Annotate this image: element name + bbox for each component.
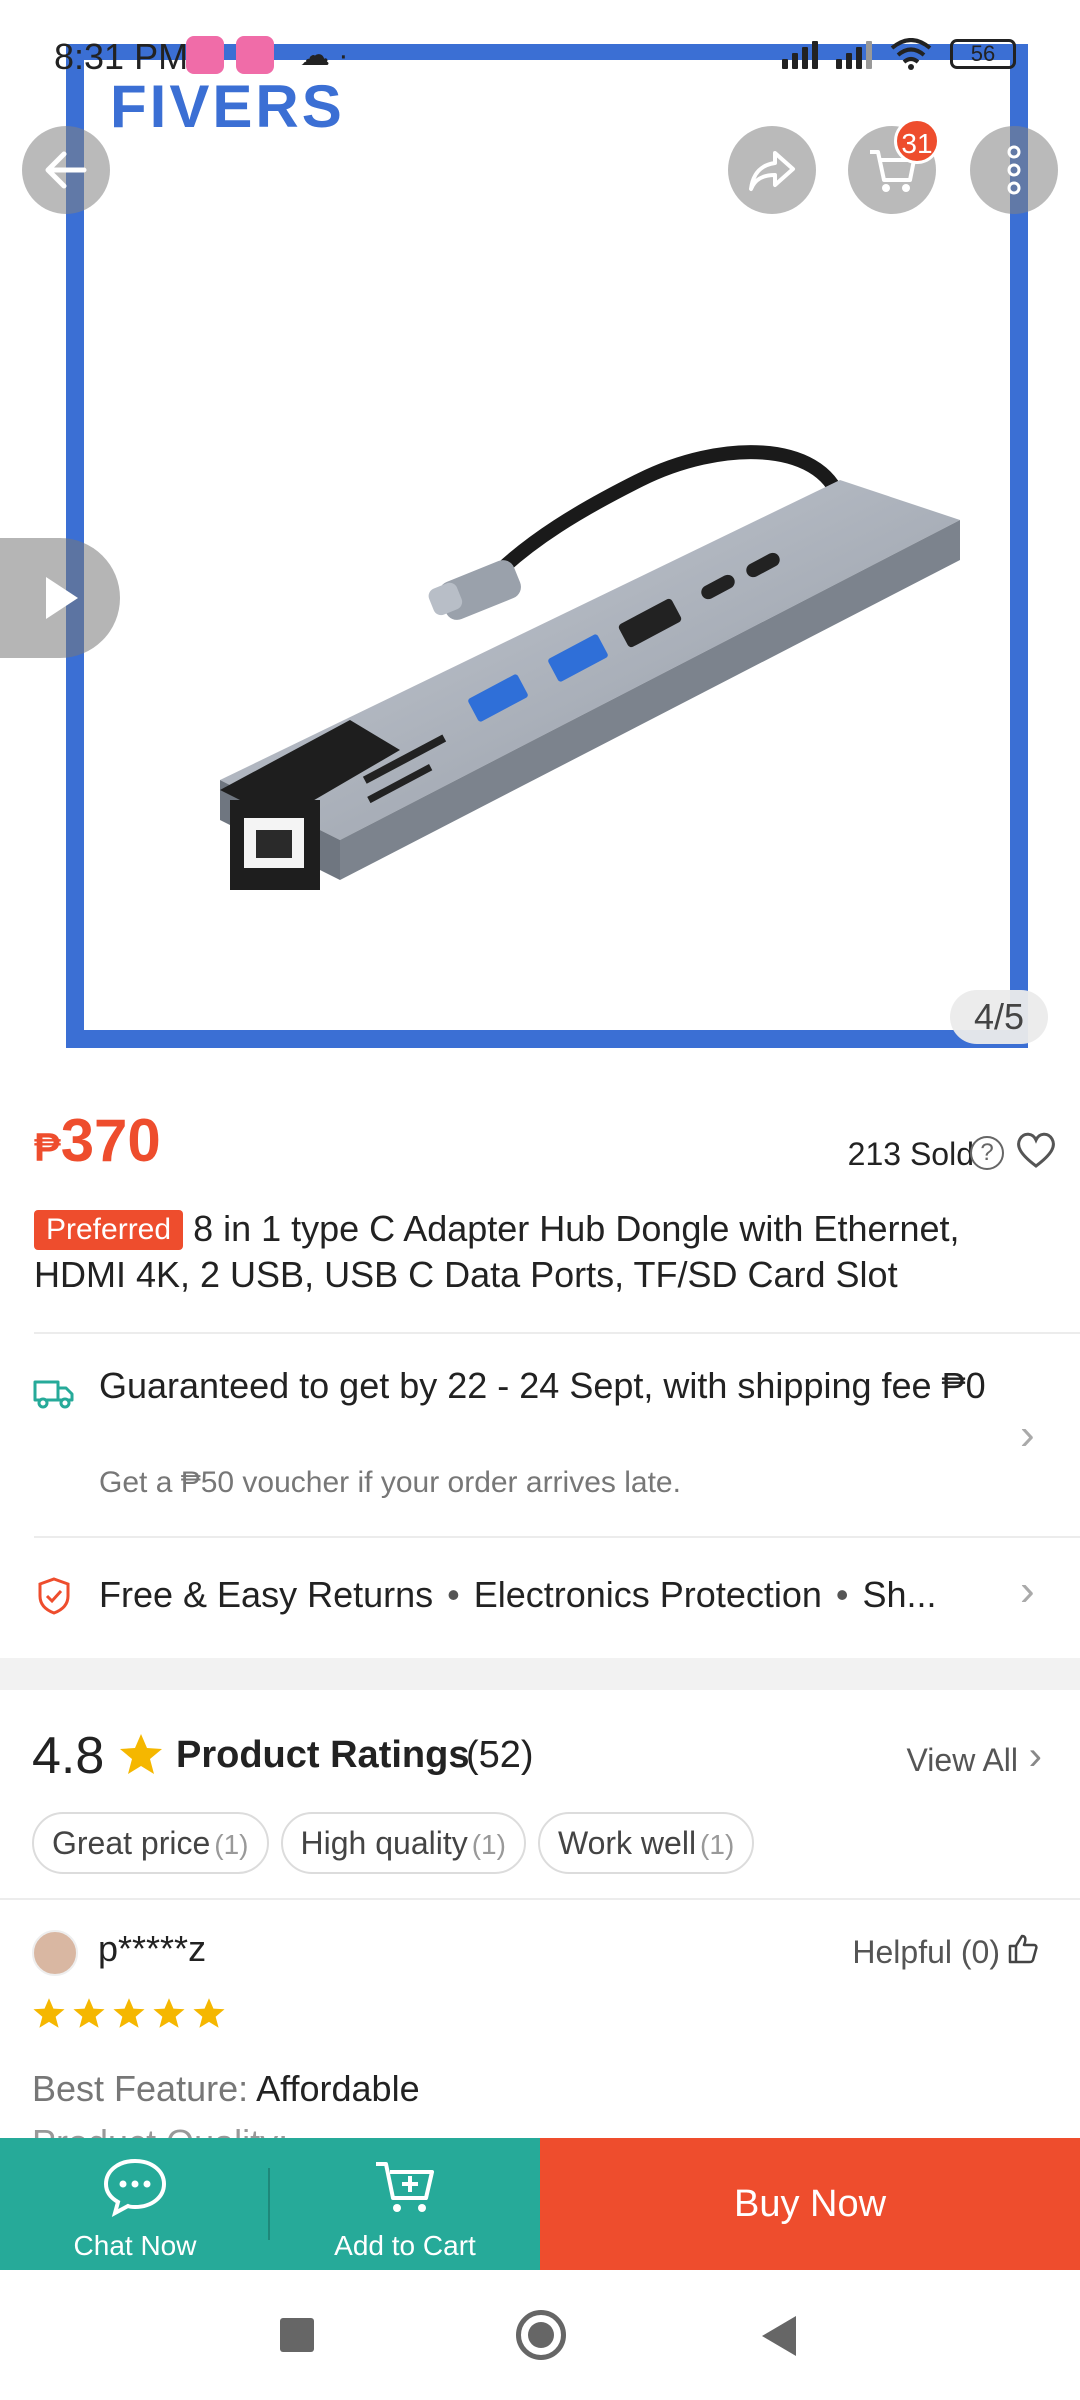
chevron-right-icon: ›: [1020, 1410, 1035, 1459]
add-to-cart-button[interactable]: Add to Cart: [270, 2138, 540, 2270]
tag-count: (1): [214, 1829, 249, 1860]
section-gap: [0, 1658, 1080, 1690]
star-icon: [153, 1998, 185, 2028]
help-icon[interactable]: ?: [970, 1136, 1004, 1170]
play-icon: [46, 577, 78, 619]
home-button[interactable]: [516, 2310, 566, 2360]
product-page: FIVERS 8:31 PM ☁ · 56 31 4/5 ₱370 213 So…: [0, 0, 1080, 2400]
tag-count: (1): [700, 1829, 735, 1860]
tag-label: High quality: [300, 1825, 468, 1861]
rating-tag[interactable]: High quality (1): [280, 1812, 526, 1874]
share-icon: [749, 151, 795, 191]
divider: [34, 1332, 1080, 1334]
add-to-cart-label: Add to Cart: [334, 2230, 476, 2261]
shipping-guarantee: Guaranteed to get by 22 - 24 Sept, with …: [99, 1365, 986, 1406]
rating-tag[interactable]: Great price (1): [32, 1812, 269, 1874]
share-button[interactable]: [728, 126, 816, 214]
signal-icon: [836, 39, 872, 69]
more-vertical-icon: [1007, 145, 1021, 195]
avatar: [32, 1930, 78, 1976]
feature-label: Best Feature:: [32, 2068, 249, 2109]
sold-count: 213 Sold: [847, 1136, 974, 1172]
star-icon: [33, 1998, 65, 2028]
review-stars: [32, 1996, 226, 2030]
protection-list: Free & Easy Returns • Electronics Protecti…: [99, 1574, 937, 1616]
bullet-separator: •: [447, 1574, 460, 1615]
cloud-icon: ☁ ·: [300, 38, 349, 72]
protection-item: Free & Easy Returns: [99, 1574, 434, 1615]
ratings-count: (52): [466, 1734, 534, 1776]
star-icon: [193, 1998, 225, 2028]
rating-tags: Great price (1) High quality (1) Work well…: [32, 1812, 755, 1874]
chevron-right-icon: ›: [1020, 1566, 1035, 1615]
back-button[interactable]: [22, 126, 110, 214]
wifi-icon: [890, 38, 932, 70]
tag-label: Work well: [557, 1825, 697, 1861]
product-image-carousel[interactable]: FIVERS 8:31 PM ☁ · 56 31 4/5: [0, 0, 1080, 1050]
helpful-button[interactable]: Helpful (0): [852, 1934, 1000, 1971]
shield-check-icon: [38, 1577, 70, 1615]
rating-tag[interactable]: Work well (1): [537, 1812, 755, 1874]
product-price: ₱370: [34, 1106, 161, 1175]
system-back-button[interactable]: [762, 2316, 796, 2356]
usb-hub-image: [220, 445, 960, 890]
divider: [34, 1536, 1080, 1538]
protection-item: Sh...: [862, 1574, 937, 1615]
cart-count-badge: 31: [894, 118, 940, 164]
truck-icon: [33, 1380, 74, 1409]
status-bar: 8:31 PM ☁ · 56: [0, 0, 1080, 110]
protection-item: Electronics Protection: [473, 1574, 822, 1615]
play-video-button[interactable]: [0, 538, 120, 658]
battery-icon: 56: [950, 39, 1016, 69]
reviewer-name: p*****z: [98, 1928, 207, 1969]
heart-icon[interactable]: [1014, 1130, 1058, 1170]
currency-symbol: ₱: [34, 1126, 61, 1170]
chat-bubble-icon: [103, 2158, 167, 2217]
cart-button[interactable]: 31: [848, 118, 940, 214]
preferred-badge: Preferred: [34, 1210, 184, 1250]
app-notification-icon: [186, 36, 224, 74]
chat-now-label: Chat Now: [73, 2230, 197, 2261]
bullet-separator: •: [835, 1574, 849, 1615]
ratings-header: 4.8 Product Ratings (52) View All ›: [0, 1720, 1080, 1810]
status-time: 8:31 PM: [54, 36, 189, 77]
review-item: p*****z Helpful (0) Best Feature: Afford…: [0, 1900, 1080, 2140]
chat-now-button[interactable]: Chat Now: [0, 2138, 270, 2270]
star-icon: [113, 1998, 145, 2028]
signal-icon: [782, 39, 818, 69]
shipping-row[interactable]: Guaranteed to get by 22 - 24 Sept, with …: [0, 1336, 1080, 1536]
price-row: ₱370 213 Sold ?: [34, 1106, 1055, 1196]
star-icon: [120, 1734, 162, 1774]
cart-plus-icon: [376, 2162, 434, 2212]
star-icon: [73, 1998, 105, 2028]
bottom-action-bar: Chat Now Add to Cart Buy Now: [0, 2138, 1080, 2270]
ratings-title: Product Ratings: [176, 1734, 470, 1776]
arrow-left-icon: [45, 151, 87, 189]
view-all-link[interactable]: View All: [907, 1742, 1018, 1779]
tag-label: Great price: [52, 1825, 211, 1861]
image-counter: 4/5: [950, 990, 1048, 1044]
price-value: 370: [60, 1107, 161, 1174]
recents-button[interactable]: [280, 2318, 314, 2352]
thumbs-up-icon[interactable]: [1006, 1932, 1040, 1966]
notification-icons: ☁ ·: [186, 36, 348, 74]
app-notification-icon: [236, 36, 274, 74]
product-title: Preferred 8 in 1 type C Adapter Hub Dongl…: [34, 1206, 1054, 1298]
rating-score: 4.8: [32, 1727, 105, 1785]
system-nav-bar: [0, 2270, 1080, 2400]
feature-value: Affordable: [256, 2068, 420, 2109]
system-icons: 56: [782, 38, 1016, 70]
protection-row[interactable]: Free & Easy Returns • Electronics Protecti…: [0, 1540, 1080, 1652]
more-options-button[interactable]: [970, 126, 1058, 214]
tag-count: (1): [471, 1829, 506, 1860]
chevron-right-icon: ›: [1028, 1734, 1042, 1778]
buy-now-button[interactable]: Buy Now: [540, 2138, 1080, 2270]
late-voucher-note: Get a ₱50 voucher if your order arrives …: [99, 1466, 681, 1499]
review-feature: Best Feature: Affordable: [32, 2068, 420, 2110]
